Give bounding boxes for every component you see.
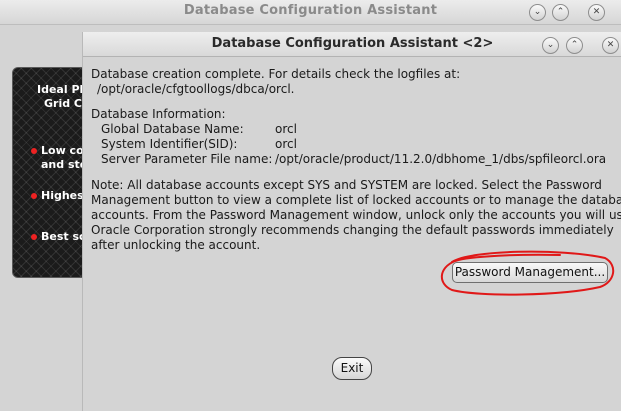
maximize-icon[interactable]: ⌃ bbox=[566, 37, 583, 54]
minimize-icon[interactable]: ⌄ bbox=[529, 4, 546, 21]
info-value: orcl bbox=[275, 122, 297, 136]
dialog-titlebar: Database Configuration Assistant <2> ⌄ ⌃… bbox=[83, 32, 621, 57]
note-text: Oracle Corporation strongly recommends c… bbox=[91, 223, 614, 237]
panel-bullet-item: Low co bbox=[31, 144, 84, 157]
logfile-path: /opt/oracle/cfgtoollogs/dbca/orcl. bbox=[97, 82, 295, 96]
panel-text: Ideal Pl bbox=[37, 83, 84, 96]
close-icon[interactable]: ✕ bbox=[602, 37, 619, 54]
background-window-title: Database Configuration Assistant bbox=[183, 3, 438, 18]
bullet-icon bbox=[31, 148, 37, 154]
panel-text: Grid C bbox=[44, 97, 83, 110]
minimize-icon[interactable]: ⌄ bbox=[542, 37, 559, 54]
panel-text: and sto bbox=[41, 158, 88, 171]
password-management-button[interactable]: Password Management... bbox=[452, 262, 608, 283]
note-text: Note: All database accounts except SYS a… bbox=[91, 178, 602, 192]
info-value: /opt/oracle/product/11.2.0/dbhome_1/dbs/… bbox=[275, 152, 607, 166]
exit-button[interactable]: Exit bbox=[332, 357, 372, 380]
oracle-promo-panel: Ideal Pl Grid C Low co and sto Highes Be… bbox=[12, 67, 90, 278]
info-value: orcl bbox=[275, 137, 297, 151]
info-heading: Database Information: bbox=[91, 107, 226, 121]
note-text: after unlocking the account. bbox=[91, 238, 261, 252]
completion-message: Database creation complete. For details … bbox=[91, 67, 461, 81]
note-text: accounts. From the Password Management w… bbox=[91, 208, 621, 222]
info-label: System Identifier(SID): bbox=[101, 137, 238, 151]
bullet-icon bbox=[31, 193, 37, 199]
note-text: Management button to view a complete lis… bbox=[91, 193, 621, 207]
dialog-title: Database Configuration Assistant <2> bbox=[211, 36, 494, 51]
info-label: Server Parameter File name: bbox=[101, 152, 273, 166]
maximize-icon[interactable]: ⌃ bbox=[552, 4, 569, 21]
close-icon[interactable]: ✕ bbox=[588, 4, 605, 21]
completion-dialog: Database Configuration Assistant <2> ⌄ ⌃… bbox=[82, 32, 621, 411]
info-label: Global Database Name: bbox=[101, 122, 244, 136]
background-window-titlebar: Database Configuration Assistant ⌄ ⌃ ✕ bbox=[0, 0, 621, 25]
panel-bullet-item: Best sc bbox=[31, 230, 86, 243]
panel-bullet-item: Highes bbox=[31, 189, 84, 202]
bullet-icon bbox=[31, 234, 37, 240]
